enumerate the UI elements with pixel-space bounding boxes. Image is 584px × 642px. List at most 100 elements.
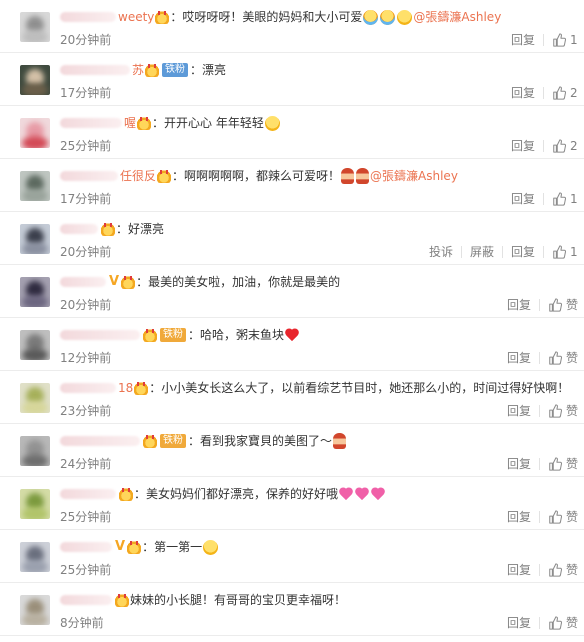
comment-meta: 20分钟前 投诉 屏蔽 回复 1 — [60, 244, 578, 260]
member-crown-icon — [143, 328, 157, 342]
like-button[interactable]: 赞 — [548, 403, 578, 419]
avatar[interactable] — [20, 489, 50, 519]
divider — [501, 246, 503, 258]
thumbs-up-icon — [548, 351, 562, 365]
username-blurred[interactable] — [60, 171, 118, 181]
reply-button[interactable]: 回复 — [511, 244, 535, 260]
avatar[interactable] — [20, 224, 50, 254]
reply-button[interactable]: 回复 — [507, 562, 531, 578]
comment-actions: 回复 赞 — [507, 562, 578, 578]
username-blurred[interactable] — [60, 277, 106, 287]
divider — [543, 34, 544, 46]
emoji-icon — [264, 115, 280, 131]
username-blurred[interactable] — [60, 436, 140, 446]
like-button[interactable]: 1 — [552, 32, 578, 48]
comment-text: ：美女妈妈们都好漂亮，保养的好好哦 — [134, 487, 339, 501]
emoji-icon — [203, 539, 219, 555]
like-button[interactable]: 赞 — [548, 509, 578, 525]
reply-button[interactable]: 回复 — [507, 403, 531, 419]
thumbs-up-icon — [548, 563, 562, 577]
username-blurred[interactable] — [60, 118, 122, 128]
comment-actions: 回复 赞 — [507, 456, 578, 472]
username-blurred[interactable] — [60, 12, 116, 22]
comment-text: ：漂亮 — [190, 63, 227, 77]
reply-button[interactable]: 回复 — [507, 509, 531, 525]
reply-button[interactable]: 回复 — [507, 456, 531, 472]
username-blurred[interactable] — [60, 330, 140, 340]
comment-text: 妹妹的小长腿！有哥哥的宝贝更幸福呀！ — [130, 593, 347, 607]
thumbs-up-icon — [552, 139, 566, 153]
username[interactable]: 苏 — [132, 61, 144, 79]
avatar[interactable] — [20, 12, 50, 42]
reply-button[interactable]: 回复 — [511, 191, 535, 207]
mention-link[interactable]: @張鑄濂Ashley — [413, 8, 501, 26]
timestamp: 12分钟前 — [60, 351, 112, 365]
avatar[interactable] — [20, 65, 50, 95]
divider — [538, 564, 540, 576]
verified-v-icon: V — [115, 539, 126, 554]
avatar[interactable] — [20, 171, 50, 201]
avatar[interactable] — [20, 277, 50, 307]
reply-button[interactable]: 回复 — [511, 138, 535, 154]
comment-text: ：第一第一 — [142, 540, 203, 554]
emoji-icon — [339, 488, 353, 501]
like-button[interactable]: 1 — [552, 191, 578, 207]
like-button[interactable]: 赞 — [548, 615, 578, 631]
member-crown-icon — [145, 63, 160, 77]
timestamp: 25分钟前 — [60, 563, 112, 577]
comment-actions: 回复 2 — [511, 138, 578, 154]
username[interactable]: weety — [118, 8, 154, 26]
avatar[interactable] — [20, 118, 50, 148]
comment-body: 18 ：小小美女长这么大了，以前看综艺节目时，她还那么小的，时间过得好快啊！ — [60, 379, 578, 397]
like-count: 2 — [570, 86, 578, 100]
username[interactable]: 喔 — [124, 114, 136, 132]
reply-button[interactable]: 回复 — [507, 297, 531, 313]
comment-meta: 25分钟前 回复 2 — [60, 138, 578, 154]
reply-button[interactable]: 回复 — [507, 350, 531, 366]
username-blurred[interactable] — [60, 542, 112, 552]
comment-text: ：开开心心 年年轻轻 — [152, 116, 264, 130]
username-blurred[interactable] — [60, 224, 98, 234]
like-count: 1 — [570, 33, 578, 47]
comment-meta: 17分钟前 回复 2 — [60, 85, 578, 101]
reply-button[interactable]: 回复 — [507, 615, 531, 631]
thumbs-up-icon — [548, 298, 562, 312]
like-count: 赞 — [565, 563, 578, 577]
like-button[interactable]: 赞 — [548, 297, 578, 313]
divider — [543, 87, 544, 99]
like-count: 1 — [570, 192, 578, 206]
avatar[interactable] — [20, 436, 50, 466]
reply-button[interactable]: 回复 — [511, 32, 535, 48]
report-button[interactable]: 投诉 — [429, 244, 453, 260]
avatar[interactable] — [20, 542, 50, 572]
username-blurred[interactable] — [60, 489, 116, 499]
comment-body: V ：第一第一 — [60, 538, 578, 556]
like-button[interactable]: 赞 — [548, 350, 578, 366]
comment-body: 妹妹的小长腿！有哥哥的宝贝更幸福呀！ — [60, 591, 578, 609]
member-crown-icon — [134, 381, 149, 395]
member-crown-icon — [115, 593, 129, 607]
like-button[interactable]: 赞 — [548, 456, 578, 472]
like-button[interactable]: 赞 — [548, 562, 578, 578]
avatar[interactable] — [20, 383, 50, 413]
fan-badge: 铁粉 — [162, 63, 189, 77]
like-button[interactable]: 1 — [552, 244, 578, 260]
member-crown-icon — [143, 434, 157, 448]
comment-text: ：最美的美女啦，加油，你就是最美的 — [136, 275, 341, 289]
divider — [543, 193, 544, 205]
block-button[interactable]: 屏蔽 — [470, 244, 494, 260]
mention-link[interactable]: @張鑄濂Ashley — [370, 167, 458, 185]
like-button[interactable]: 2 — [552, 138, 578, 154]
avatar[interactable] — [20, 595, 50, 625]
reply-button[interactable]: 回复 — [511, 85, 535, 101]
username[interactable]: 任很反 — [120, 167, 156, 185]
timestamp: 23分钟前 — [60, 404, 112, 418]
like-count: 2 — [570, 139, 578, 153]
like-button[interactable]: 2 — [552, 85, 578, 101]
username-blurred[interactable] — [60, 383, 116, 393]
username-blurred[interactable] — [60, 65, 130, 75]
avatar[interactable] — [20, 330, 50, 360]
username-blurred[interactable] — [60, 595, 112, 605]
username[interactable]: 18 — [118, 379, 133, 397]
comment-actions: 回复 赞 — [507, 403, 578, 419]
